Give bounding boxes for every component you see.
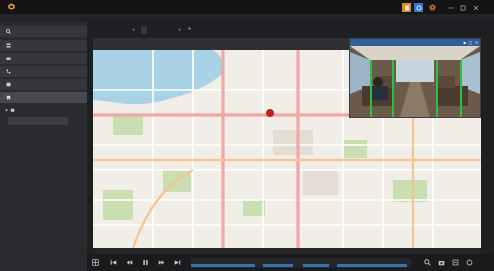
title-bar — [0, 0, 494, 14]
pause-icon — [143, 260, 148, 265]
tab-workspace[interactable] — [91, 26, 97, 34]
popup-close-icon[interactable]: × — [474, 40, 479, 45]
maximize-button[interactable] — [458, 3, 467, 12]
layout-grid-button[interactable] — [91, 258, 100, 267]
export-icon — [452, 259, 459, 266]
pause-button[interactable] — [141, 258, 150, 267]
sidebar-item-servers[interactable] — [0, 40, 87, 51]
close-button[interactable] — [471, 3, 480, 12]
settings-icon — [429, 4, 436, 11]
help-button[interactable] — [414, 3, 423, 12]
search-icon — [6, 29, 11, 34]
server-icon — [6, 43, 11, 48]
sidebar-item-cameras[interactable] — [0, 53, 87, 64]
map-icon — [6, 82, 11, 87]
export-button[interactable] — [451, 258, 460, 267]
zoom-button[interactable] — [423, 258, 432, 267]
minimize-button[interactable] — [446, 3, 455, 12]
skip-forward-button[interactable] — [173, 258, 182, 267]
bus-camera-feed[interactable] — [350, 46, 480, 117]
camera-icon — [6, 57, 11, 60]
timeline[interactable] — [191, 258, 411, 268]
sidebar-search[interactable] — [0, 26, 87, 37]
sidebar-item-maps[interactable] — [0, 79, 87, 90]
tree-child-camera[interactable] — [8, 117, 68, 125]
recording-segment — [337, 264, 407, 267]
bus-icon — [10, 108, 15, 112]
popup-pin-icon[interactable]: ▪ — [462, 40, 467, 45]
menu-bar — [0, 14, 494, 22]
notification-icon — [404, 5, 409, 10]
maximize-icon — [460, 5, 465, 10]
video-popup-title-bar[interactable]: ▪ □ × — [350, 39, 480, 46]
step-forward-icon — [158, 260, 165, 265]
help-icon — [415, 4, 422, 11]
close-icon — [473, 5, 478, 10]
workspace-tab-bar: × × + — [87, 22, 494, 36]
minimize-icon — [448, 7, 453, 8]
playback-bar — [87, 254, 494, 271]
fullscreen-button[interactable] — [465, 258, 474, 267]
settings-button[interactable] — [428, 3, 437, 12]
tree-icon — [6, 69, 11, 74]
snapshot-icon — [438, 261, 445, 266]
popup-maximize-icon[interactable]: □ — [468, 40, 473, 45]
tab-close-icon[interactable]: × — [131, 27, 136, 32]
step-back-icon — [126, 260, 133, 265]
tree-node-bus[interactable] — [0, 105, 87, 116]
recording-segment — [191, 264, 255, 267]
fullscreen-icon — [466, 259, 473, 266]
recording-segment — [303, 264, 329, 267]
application-window: × × + ▪ □ × — [0, 0, 494, 271]
snapshot-button[interactable] — [437, 258, 446, 267]
step-back-button[interactable] — [125, 258, 134, 267]
step-forward-button[interactable] — [157, 258, 166, 267]
skip-back-button[interactable] — [109, 258, 118, 267]
sidebar — [0, 22, 87, 271]
zoom-icon — [424, 259, 431, 266]
chevron-down-icon — [5, 109, 8, 112]
tab-bus-camera[interactable] — [141, 26, 147, 34]
add-tab-icon[interactable]: + — [187, 27, 192, 32]
transportation-icon — [6, 95, 11, 100]
sidebar-item-trees[interactable] — [0, 66, 87, 77]
skip-back-icon — [110, 260, 117, 265]
sidebar-item-transportation[interactable] — [0, 92, 87, 103]
video-popup[interactable]: ▪ □ × — [349, 38, 481, 118]
app-logo-icon — [8, 3, 15, 10]
tab-close-icon[interactable]: × — [177, 27, 182, 32]
notification-button[interactable] — [402, 3, 411, 12]
grid-icon — [92, 259, 99, 266]
skip-forward-icon — [174, 260, 181, 265]
recording-segment — [263, 264, 293, 267]
